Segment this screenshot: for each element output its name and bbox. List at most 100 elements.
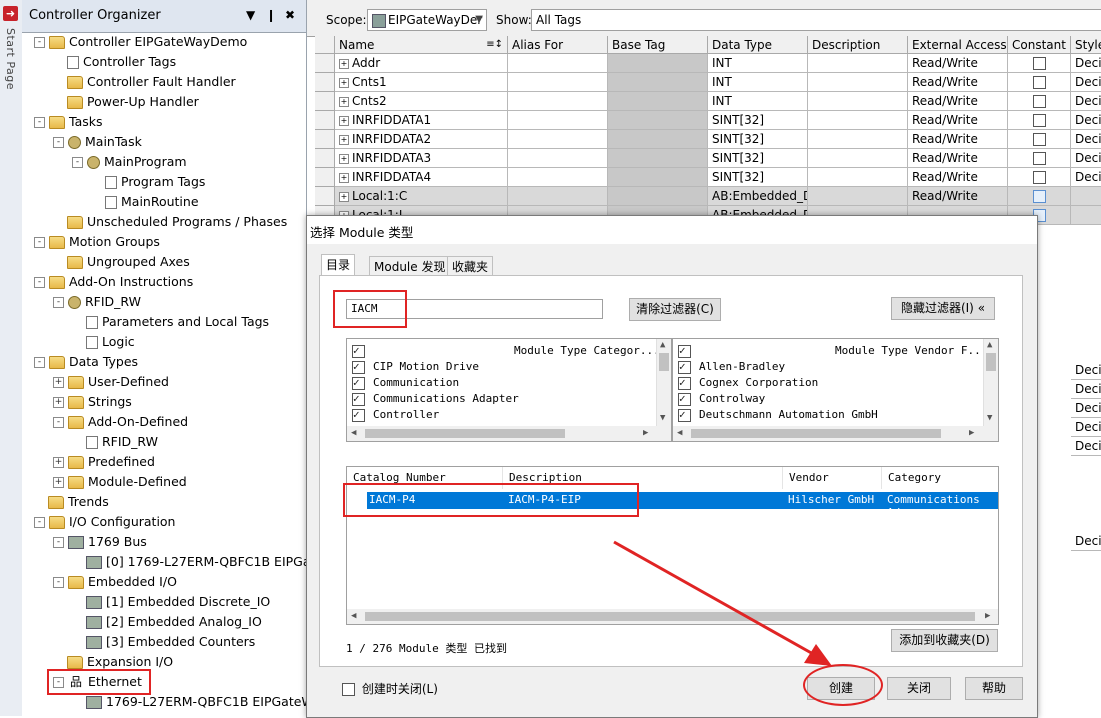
expand-icon[interactable]: + [53,377,64,388]
constant-checkbox[interactable] [1032,152,1046,165]
clear-filter-button[interactable]: 清除过滤器(C) [629,298,721,321]
scroll-thumb[interactable] [659,353,669,371]
table-row[interactable]: +Cnts2 INT Read/Write Decimal [315,92,1101,111]
constant-checkbox[interactable] [1032,171,1046,184]
table-cell[interactable] [808,187,908,206]
tree-node[interactable]: - Add-On-Defined [53,412,188,432]
table-cell[interactable] [508,73,608,92]
column-header[interactable]: Style [1071,36,1101,54]
scroll-right-icon[interactable]: ▶ [985,611,990,621]
table-cell[interactable]: + Cnts2 [335,92,508,111]
scroll-up-icon[interactable]: ▲ [987,340,992,350]
style-cell[interactable]: Decimal [1071,532,1101,551]
category-scrollbar[interactable]: ▲ ▼ [656,339,671,427]
collapse-icon[interactable]: - [53,297,64,308]
tree-node[interactable]: + Predefined [53,452,155,472]
expand-icon[interactable]: + [339,134,349,145]
tab-module-discovery[interactable]: Module 发现 [369,256,451,276]
tree-node[interactable]: + User-Defined [53,372,169,392]
column-header[interactable]: Description [808,36,908,54]
collapse-icon[interactable]: - [34,357,45,368]
scroll-thumb[interactable] [691,429,941,438]
table-cell[interactable] [1071,206,1101,225]
table-cell[interactable]: Read/Write [908,187,1008,206]
column-header[interactable]: External Access [908,36,1008,54]
category-select-all[interactable] [352,343,373,359]
table-cell[interactable] [508,54,608,73]
table-cell[interactable]: Read/Write [908,130,1008,149]
table-cell[interactable]: Read/Write [908,54,1008,73]
expand-icon[interactable]: + [53,477,64,488]
table-cell[interactable]: Decimal [1071,92,1101,111]
checkbox-icon[interactable] [678,359,691,375]
table-row[interactable]: +INRFIDDATA2 SINT[32] Read/Write Decimal [315,130,1101,149]
table-cell[interactable] [608,111,708,130]
scroll-thumb[interactable] [365,429,565,438]
collapse-icon[interactable]: - [53,577,64,588]
table-cell[interactable]: SINT[32] [708,149,808,168]
help-button[interactable]: 帮助 [965,677,1023,700]
collapse-icon[interactable]: - [34,517,45,528]
expand-icon[interactable]: + [339,115,349,126]
show-filter-field[interactable]: All Tags [531,9,1101,31]
table-cell[interactable] [1008,92,1071,111]
scroll-thumb[interactable] [986,353,996,371]
constant-checkbox[interactable] [1032,114,1046,127]
table-cell[interactable] [608,149,708,168]
tree-node[interactable]: MainRoutine [91,192,199,212]
column-header[interactable]: Data Type [708,36,808,54]
table-cell[interactable]: INT [708,54,808,73]
table-cell[interactable]: Decimal [1071,54,1101,73]
collapse-icon[interactable]: - [34,117,45,128]
category-hscrollbar[interactable]: ◀ ▶ [347,426,671,441]
tree-node[interactable]: - Embedded I/O [53,572,177,592]
tree-node[interactable]: - MainTask [53,132,142,152]
tree-node[interactable]: RFID_RW [72,432,158,452]
scroll-left-icon[interactable]: ◀ [351,428,356,438]
table-cell[interactable]: Read/Write [908,111,1008,130]
table-cell[interactable] [1071,187,1101,206]
hide-filter-button[interactable]: 隐藏过滤器(I) « [891,297,995,320]
tree-node[interactable]: Trends [34,492,109,512]
filter-item[interactable]: Cognex Corporation [678,375,818,391]
table-row[interactable]: +INRFIDDATA4 SINT[32] Read/Write Decimal [315,168,1101,187]
filter-item[interactable]: Communication [352,375,459,391]
results-column-header[interactable]: Category [882,467,998,489]
scroll-down-icon[interactable]: ▼ [987,413,992,423]
table-cell[interactable] [608,54,708,73]
table-cell[interactable]: Read/Write [908,92,1008,111]
collapse-icon[interactable]: - [53,137,64,148]
table-cell[interactable] [808,130,908,149]
scroll-right-icon[interactable]: ▶ [969,428,974,438]
table-cell[interactable]: INT [708,92,808,111]
scroll-right-icon[interactable]: ▶ [643,428,648,438]
tree-node[interactable]: - Tasks [34,112,103,132]
collapse-icon[interactable]: - [72,157,83,168]
tree-node[interactable]: - Motion Groups [34,232,160,252]
checkbox-icon[interactable] [352,391,365,407]
row-selector[interactable] [315,111,335,130]
table-cell[interactable] [808,73,908,92]
vendor-filter-list[interactable]: Module Type Vendor F... Allen-Bradley Cog… [672,338,999,442]
constant-checkbox[interactable] [1032,190,1046,203]
table-cell[interactable]: Decimal [1071,73,1101,92]
constant-checkbox[interactable] [1032,133,1046,146]
dropdown-icon[interactable]: ▼ [246,8,255,22]
tree-node[interactable]: Parameters and Local Tags [72,312,269,332]
table-cell[interactable] [508,130,608,149]
table-cell[interactable]: INT [708,73,808,92]
table-row[interactable]: +Local:1:C AB:Embedded_Di... Read/Write [315,187,1101,206]
collapse-icon[interactable]: - [34,237,45,248]
filter-item[interactable]: Communications Adapter [352,391,519,407]
vendor-select-all[interactable] [678,343,699,359]
table-cell[interactable] [508,111,608,130]
style-cell[interactable]: Decimal [1071,361,1101,380]
row-selector[interactable] [315,187,335,206]
table-cell[interactable]: + Addr [335,54,508,73]
tree-node[interactable]: Controller Tags [53,52,176,72]
table-cell[interactable] [1008,187,1071,206]
tree-node[interactable]: Controller Fault Handler [53,72,236,92]
tree-node[interactable]: - 1769 Bus [53,532,147,552]
filter-item[interactable]: CIP Motion Drive [352,359,479,375]
scroll-left-icon[interactable]: ◀ [351,611,356,621]
